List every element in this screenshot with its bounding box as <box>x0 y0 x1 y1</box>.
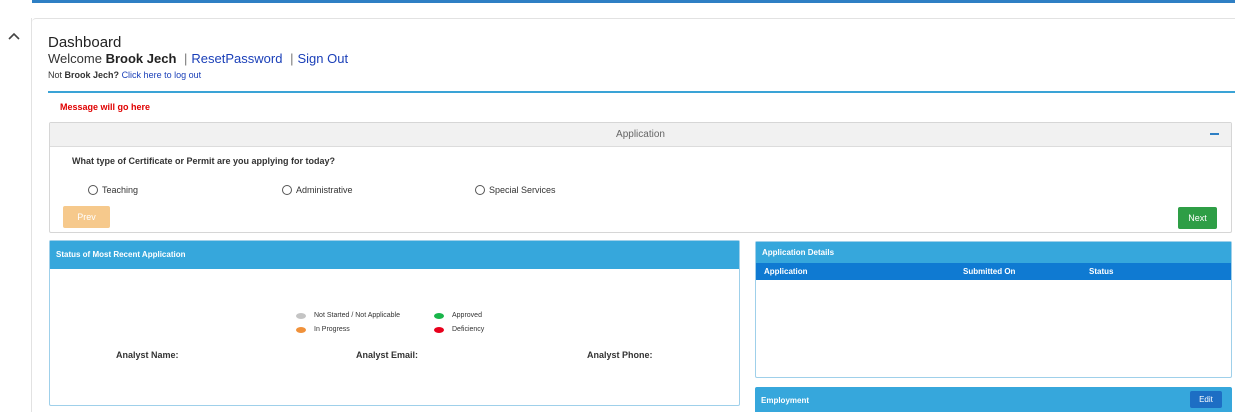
message-text: Message will go here <box>60 102 151 112</box>
sign-out-link[interactable]: Sign Out <box>297 51 348 66</box>
radio-circle[interactable] <box>282 185 292 195</box>
legend-not-started: Not Started / Not Applicable <box>296 312 400 319</box>
chevron-up-icon[interactable] <box>7 30 21 42</box>
legend-dot <box>434 326 444 333</box>
next-button[interactable]: Next <box>1178 207 1217 229</box>
status-panel-header: Status of Most Recent Application <box>50 241 739 269</box>
legend-label: In Progress <box>314 326 350 333</box>
application-details-header: Application Details <box>756 242 1231 263</box>
legend-dot <box>434 312 444 319</box>
radio-label: Administrative <box>296 185 353 195</box>
not-user-name: Brook Jech? <box>64 70 120 80</box>
reset-password-link[interactable]: ResetPassword <box>191 51 282 66</box>
page-title: Dashboard <box>48 34 122 51</box>
logout-link[interactable]: Click here to log out <box>122 70 202 80</box>
application-panel-title: Application <box>616 129 665 140</box>
user-name: Brook Jech <box>105 51 177 66</box>
column-status: Status <box>1089 267 1114 276</box>
radio-circle[interactable] <box>88 185 98 195</box>
legend-label: Deficiency <box>452 326 485 333</box>
legend-label: Approved <box>452 312 482 319</box>
radio-circle[interactable] <box>475 185 485 195</box>
legend-approved: Approved <box>434 312 482 319</box>
minus-icon[interactable] <box>1210 133 1219 135</box>
application-panel: Application What type of Certificate or … <box>49 122 1232 233</box>
radio-teaching[interactable]: Teaching <box>88 183 138 197</box>
left-strip <box>0 0 32 412</box>
status-panel-title: Status of Most Recent Application <box>56 250 186 259</box>
certificate-question: What type of Certificate or Permit are y… <box>72 156 336 166</box>
legend-dot <box>296 326 306 333</box>
not-user-prefix: Not <box>48 70 63 80</box>
welcome-line: Welcome Brook Jech | ResetPassword | Sign … <box>48 51 348 66</box>
separator: | <box>290 51 294 66</box>
radio-administrative[interactable]: Administrative <box>282 183 353 197</box>
radio-label: Special Services <box>489 185 556 195</box>
prev-button[interactable]: Prev <box>63 206 110 228</box>
legend-label: Not Started / Not Applicable <box>314 312 400 319</box>
edit-employment-button[interactable]: Edit <box>1190 391 1222 408</box>
column-submitted-on: Submitted On <box>963 267 1016 276</box>
status-panel: Status of Most Recent Application Not St… <box>49 240 740 406</box>
analyst-phone-label: Analyst Phone: <box>587 350 653 360</box>
legend-in-progress: In Progress <box>296 326 350 333</box>
welcome-prefix: Welcome <box>48 51 102 66</box>
analyst-email-label: Analyst Email: <box>356 350 419 360</box>
top-accent-line <box>32 0 1235 3</box>
radio-label: Teaching <box>102 185 139 195</box>
details-column-header: Application Submitted On Status <box>756 263 1231 280</box>
application-panel-header[interactable]: Application <box>50 123 1231 147</box>
analyst-name-label: Analyst Name: <box>116 350 179 360</box>
legend-dot <box>296 312 306 319</box>
header-divider <box>48 91 1235 93</box>
legend-deficiency: Deficiency <box>434 326 484 333</box>
employment-panel: Employment Edit <box>755 387 1232 412</box>
separator: | <box>184 51 188 66</box>
not-user-line: Not Brook Jech? Click here to log out <box>48 70 201 80</box>
employment-title: Employment <box>761 396 810 405</box>
application-details-panel: Application Details Application Submitte… <box>755 241 1232 378</box>
application-details-title: Application Details <box>762 248 835 257</box>
radio-special-services[interactable]: Special Services <box>475 183 556 197</box>
column-application: Application <box>764 267 808 276</box>
